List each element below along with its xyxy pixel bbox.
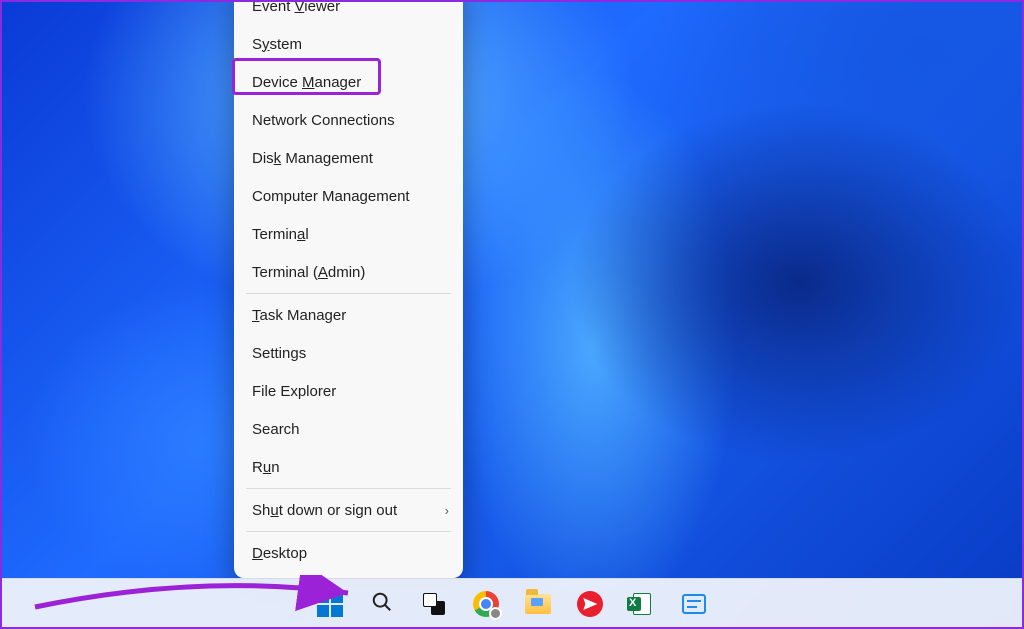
winx-item-label: Shut down or sign out — [252, 502, 397, 519]
winx-item-settings[interactable]: Settings — [234, 334, 463, 372]
chevron-right-icon: › — [445, 503, 449, 518]
winx-item-computer-management[interactable]: Computer Management — [234, 177, 463, 215]
task-view-icon — [423, 593, 445, 615]
winx-item-label: System — [252, 36, 302, 53]
mail-app[interactable] — [573, 587, 607, 621]
winx-item-device-manager[interactable]: Device Manager — [234, 63, 463, 101]
winx-item-task-manager[interactable]: Task Manager — [234, 296, 463, 334]
winx-item-terminal[interactable]: Terminal — [234, 215, 463, 253]
winx-item-file-explorer[interactable]: File Explorer — [234, 372, 463, 410]
start-button[interactable] — [313, 587, 347, 621]
chrome-app[interactable] — [469, 587, 503, 621]
excel-app[interactable]: X — [625, 587, 659, 621]
winx-item-label: Search — [252, 421, 300, 438]
desktop-wallpaper[interactable] — [0, 0, 1024, 629]
winx-item-run[interactable]: Run — [234, 448, 463, 486]
menu-separator — [246, 531, 451, 532]
winx-item-label: Run — [252, 459, 280, 476]
winx-item-label: Terminal — [252, 226, 309, 243]
search-icon — [371, 591, 393, 618]
red-circle-icon — [577, 591, 603, 617]
winx-item-label: Network Connections — [252, 112, 395, 129]
search-button[interactable] — [365, 587, 399, 621]
winx-item-network-connections[interactable]: Network Connections — [234, 101, 463, 139]
winx-item-event-viewer[interactable]: Event Viewer — [234, 0, 463, 25]
winx-item-shut-down[interactable]: Shut down or sign out › — [234, 491, 463, 529]
chrome-icon — [473, 591, 499, 617]
blue-app-icon — [682, 594, 706, 614]
winx-item-terminal-admin[interactable]: Terminal (Admin) — [234, 253, 463, 291]
winx-item-label: File Explorer — [252, 383, 336, 400]
winx-item-label: Computer Management — [252, 188, 410, 205]
utility-app[interactable] — [677, 587, 711, 621]
menu-separator — [246, 293, 451, 294]
windows-logo-icon — [317, 591, 343, 617]
winx-item-label: Settings — [252, 345, 306, 362]
file-explorer-app[interactable] — [521, 587, 555, 621]
winx-item-system[interactable]: System — [234, 25, 463, 63]
winx-item-label: Event Viewer — [252, 0, 340, 15]
winx-item-disk-management[interactable]: Disk Management — [234, 139, 463, 177]
winx-item-desktop[interactable]: Desktop — [234, 534, 463, 572]
menu-separator — [246, 488, 451, 489]
winx-item-label: Disk Management — [252, 150, 373, 167]
winx-item-label: Device Manager — [252, 74, 361, 91]
taskbar: X — [0, 578, 1024, 629]
winx-context-menu: Event Viewer System Device Manager Network … — [234, 0, 463, 578]
task-view-button[interactable] — [417, 587, 451, 621]
winx-item-search[interactable]: Search — [234, 410, 463, 448]
folder-icon — [525, 594, 551, 614]
winx-item-label: Desktop — [252, 545, 307, 562]
winx-item-label: Terminal (Admin) — [252, 264, 365, 281]
excel-icon: X — [633, 593, 651, 615]
winx-item-label: Task Manager — [252, 307, 346, 324]
